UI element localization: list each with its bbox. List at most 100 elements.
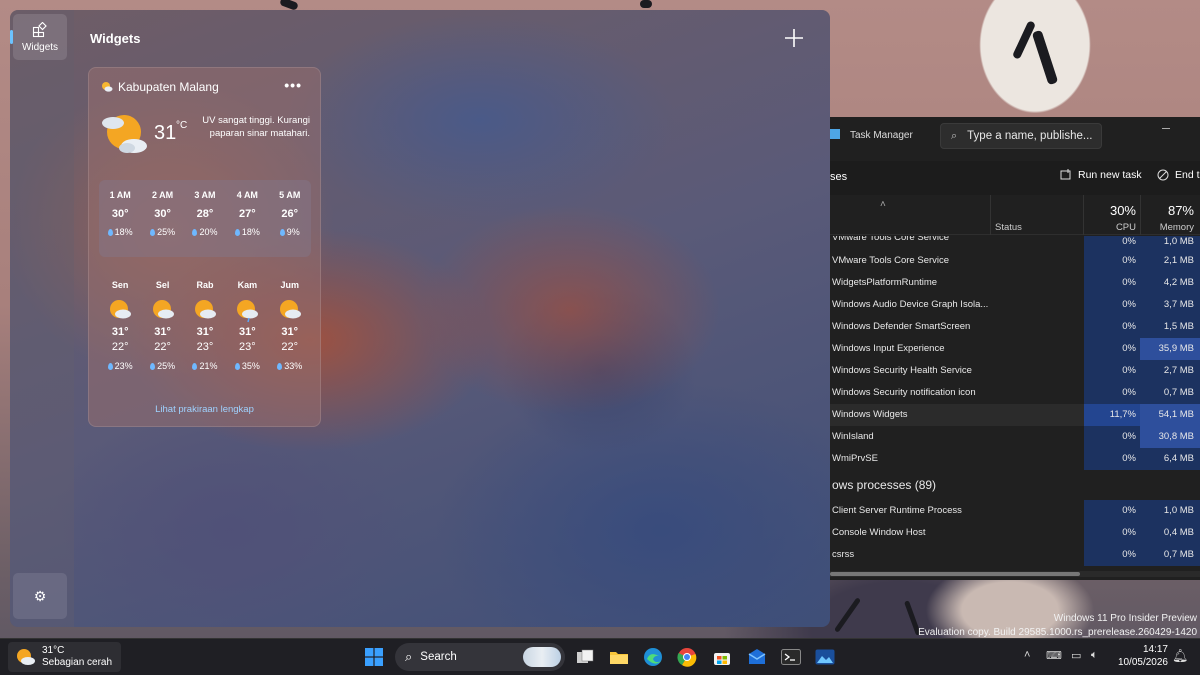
process-cpu: 11,7% [1084,404,1140,426]
daily-item: Kam 31° 23° 35% [226,280,268,371]
hourly-temp: 30° [111,208,129,220]
process-row[interactable]: Client Server Runtime Process 0% 1,0 MB [830,500,1200,522]
hourly-precip: 18% [107,227,133,237]
full-forecast-link[interactable]: Lihat prakiraan lengkap [89,404,320,415]
sun-rain-icon [237,300,259,323]
daily-forecast: Sen 31° 22° 23% Sel 31° 22° 25% Rab 31° 23° 21% Kam 3… [99,280,311,371]
daily-precip-value: 21% [199,361,218,371]
network-icon[interactable]: ▭ [1071,649,1081,662]
current-temperature: 31 [154,122,177,144]
process-search-input[interactable]: ⌕ Type a name, publishe... [940,123,1102,149]
edge-button[interactable] [641,645,665,669]
daily-precip: 25% [150,361,175,371]
process-cpu: 0% [1084,544,1140,566]
process-row[interactable]: Windows Security notification icon 0% 0,7 … [830,382,1200,404]
file-explorer-button[interactable] [607,645,631,669]
rail-widgets-label: Widgets [21,41,59,53]
process-row[interactable]: Windows Input Experience 0% 35,9 MB [830,338,1200,360]
raindrop-icon [107,228,113,236]
windows-logo-icon [365,648,383,666]
outlook-icon [748,649,766,664]
add-widget-button[interactable] [780,24,808,52]
process-row[interactable]: Windows Defender SmartScreen 0% 1,5 MB [830,316,1200,338]
partly-cloudy-icon [102,115,147,153]
process-row[interactable]: Windows Security Health Service 0% 2,7 MB [830,360,1200,382]
process-row[interactable]: Windows Widgets 11,7% 54,1 MB [830,404,1200,426]
process-row[interactable]: WidgetsPlatformRuntime 0% 4,2 MB [830,272,1200,294]
keyboard-icon[interactable]: ⌨ [1046,649,1062,662]
process-list: VMware Tools Core Service 0% 1,0 MB VMware … [830,236,1200,566]
horizontal-scrollbar[interactable] [830,571,1200,577]
end-task-button[interactable]: End ta [1157,169,1200,181]
chrome-button[interactable] [675,645,699,669]
cpu-total: 30% [1109,203,1136,218]
run-new-task-button[interactable]: Run new task [1060,169,1142,181]
clock[interactable]: 14:17 10/05/2026 [1116,643,1168,669]
start-button[interactable] [362,645,386,669]
rail-widgets-button[interactable]: Widgets [13,14,67,60]
partly-sunny-icon [152,300,174,319]
process-cpu: 0% [1084,448,1140,470]
raindrop-icon [107,362,113,370]
process-cpu: 0% [1084,236,1140,250]
run-task-icon [1060,169,1071,180]
hourly-time: 5 AM [279,190,301,200]
taskbar-search-box[interactable]: ⌕ Search [395,643,565,671]
notification-bell-icon[interactable]: 🔔︎ [1172,648,1189,664]
chevron-up-icon[interactable]: ˄ [1024,649,1030,661]
taskbar-weather-button[interactable]: 31°C Sebagian cerah [8,642,121,672]
scrollbar-thumb[interactable] [830,572,1080,576]
hourly-time: 4 AM [236,190,258,200]
daily-item: Jum 31° 22° 33% [269,280,311,371]
process-row[interactable]: VMware Tools Core Service 0% 1,0 MB [830,236,1200,250]
weather-widget-card[interactable]: Kabupaten Malang ••• 31 °C UV sangat tin… [88,67,321,427]
more-options-button[interactable]: ••• [284,77,302,93]
minimize-button[interactable] [1162,128,1170,129]
gear-icon: ⚙ [33,587,47,604]
hourly-precip: 25% [150,227,175,237]
process-group-header[interactable]: ows processes (89) [830,470,1200,500]
taskbar-weather-temp: 31°C [42,645,65,656]
memory-column-header[interactable]: Memory [1146,222,1194,233]
photos-button[interactable] [813,645,837,669]
process-row[interactable]: Console Window Host 0% 0,4 MB [830,522,1200,544]
cpu-column-header[interactable]: CPU [1088,222,1136,233]
hourly-precip-value: 18% [114,227,133,237]
daily-high: 31° [196,326,214,338]
status-column-header[interactable]: Status [995,222,1022,233]
process-row[interactable]: VMware Tools Core Service 0% 2,1 MB [830,250,1200,272]
daily-low: 22° [111,341,129,353]
group-memory-cell [1140,470,1200,492]
store-button[interactable] [710,645,734,669]
hourly-item: 4 AM 27° 18% [226,190,268,257]
outlook-button[interactable] [745,645,769,669]
process-name: Windows Security Health Service [832,365,972,376]
process-memory: 1,5 MB [1140,316,1200,338]
daily-precip: 23% [107,361,133,371]
weather-location: Kabupaten Malang [101,80,219,94]
process-name: Windows Input Experience [832,343,945,354]
daily-item: Sen 31° 22° 23% [99,280,141,371]
process-cpu: 0% [1084,316,1140,338]
raindrop-icon [192,362,198,370]
daily-precip: 21% [192,361,217,371]
search-placeholder: Type a name, publishe... [967,130,1093,142]
process-memory: 6,4 MB [1140,448,1200,470]
process-row[interactable]: WinIsland 0% 30,8 MB [830,426,1200,448]
search-highlight-image [523,647,561,667]
terminal-button[interactable] [779,645,803,669]
hourly-temp: 28° [196,208,214,220]
process-memory: 0,7 MB [1140,544,1200,566]
daily-precip-value: 35% [241,361,260,371]
partly-sunny-icon [102,82,113,92]
process-row[interactable]: Windows Audio Device Graph Isola... 0% 3,7… [830,294,1200,316]
hourly-item: 3 AM 28° 20% [184,190,226,257]
volume-icon[interactable]: 🔈︎ [1091,649,1098,662]
hourly-time: 2 AM [151,190,174,200]
widgets-settings-button[interactable]: ⚙ [13,573,67,619]
chevron-up-icon[interactable]: ˄ [880,199,886,210]
process-row[interactable]: WmiPrvSE 0% 6,4 MB [830,448,1200,470]
task-view-button[interactable] [573,645,597,669]
process-row[interactable]: csrss 0% 0,7 MB [830,544,1200,566]
process-cpu: 0% [1084,426,1140,448]
